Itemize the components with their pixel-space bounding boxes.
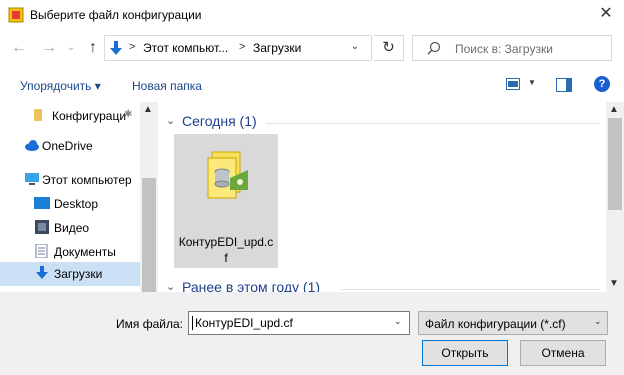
filetype-dropdown-icon[interactable]: ⌄ — [594, 316, 602, 327]
sidebar-scroll-thumb[interactable] — [142, 178, 156, 292]
documents-icon — [35, 244, 48, 258]
group-divider — [266, 123, 600, 124]
group-chevron-icon[interactable]: ⌄ — [166, 280, 175, 292]
desktop-icon — [34, 197, 50, 209]
sidebar-item-onedrive[interactable]: OneDrive — [0, 134, 140, 158]
new-folder-button[interactable]: Новая папка — [132, 79, 202, 93]
sidebar-item-label: Этот компьютер — [42, 173, 132, 187]
filetype-select[interactable]: Файл конфигурации (*.cf) — [418, 311, 608, 335]
sidebar-item-label: Конфигураци — [52, 109, 127, 123]
preview-pane-icon[interactable] — [556, 78, 572, 92]
search-icon — [427, 41, 441, 55]
help-icon[interactable]: ? — [594, 76, 610, 92]
address-dropdown-button[interactable]: ⌄ — [346, 38, 364, 56]
pin-icon[interactable]: ✱ — [124, 109, 132, 120]
search-box[interactable]: Поиск в: Загрузки — [412, 35, 612, 61]
content-scroll-thumb[interactable] — [608, 118, 622, 210]
sidebar-item-video[interactable]: Видео — [0, 216, 140, 240]
filename-input[interactable]: КонтурEDI_upd.cf — [188, 311, 410, 335]
video-icon — [35, 220, 49, 234]
sidebar-item-desktop[interactable]: Desktop — [0, 192, 140, 216]
sidebar-item-downloads[interactable]: Загрузки — [0, 262, 140, 286]
filetype-value: Файл конфигурации (*.cf) — [425, 317, 566, 331]
sidebar-item-label: OneDrive — [42, 139, 93, 153]
downloads-icon — [36, 266, 48, 279]
window-title: Выберите файл конфигурации — [30, 8, 202, 22]
recent-locations-button[interactable]: ⌄ — [62, 38, 80, 58]
group-header-today[interactable]: Сегодня (1) — [182, 113, 257, 129]
scroll-up-arrow-icon[interactable]: ▲ — [143, 104, 153, 115]
sidebar-item-label: Desktop — [54, 197, 99, 211]
computer-icon — [25, 173, 39, 185]
download-arrow-icon — [110, 41, 122, 55]
breadcrumb-separator: > — [239, 41, 246, 53]
sidebar-item-label: Видео — [54, 221, 90, 235]
cancel-button[interactable]: Отмена — [520, 340, 606, 366]
file-list: ⌄ Сегодня (1) КонтурEDI_upd.cf ⌄ Ранее в… — [158, 102, 606, 292]
breadcrumb-this-pc[interactable]: Этот компьют... — [143, 41, 228, 55]
title-bar: Выберите файл конфигурации ✕ — [0, 0, 624, 30]
sidebar-item-configurations[interactable]: Конфигураци ✱ — [0, 104, 140, 128]
back-button[interactable]: ← — [10, 38, 28, 58]
filename-dropdown-icon[interactable]: ⌄ — [394, 316, 402, 327]
file-name-label: КонтурEDI_upd.cf — [178, 235, 274, 265]
folder-icon — [34, 109, 42, 121]
sidebar-item-label: Загрузки — [54, 267, 103, 281]
sidebar-item-documents[interactable]: Документы — [0, 240, 140, 264]
filename-label: Имя файла: — [116, 317, 183, 331]
sidebar-item-this-pc[interactable]: Этот компьютер — [0, 168, 140, 192]
view-dropdown-icon[interactable]: ▼ — [528, 78, 536, 87]
config-file-icon — [207, 151, 248, 199]
search-placeholder: Поиск в: Загрузки — [455, 42, 553, 56]
open-button[interactable]: Открыть — [422, 340, 508, 366]
group-divider — [340, 289, 600, 290]
navigation-pane: Конфигураци ✱ OneDrive Этот компьютер De… — [0, 102, 158, 292]
group-chevron-icon[interactable]: ⌄ — [166, 114, 175, 127]
view-options-icon[interactable] — [506, 78, 520, 90]
scroll-down-arrow-icon[interactable]: ▼ — [609, 278, 619, 289]
sidebar-item-label: Документы — [54, 245, 116, 259]
breadcrumb-separator: > — [129, 41, 136, 53]
scroll-up-arrow-icon[interactable]: ▲ — [609, 104, 619, 115]
organize-button[interactable]: Упорядочить ▾ — [20, 79, 101, 93]
up-button[interactable]: ↑ — [84, 38, 102, 58]
close-button[interactable]: ✕ — [594, 3, 618, 27]
app-icon — [8, 7, 24, 23]
cloud-icon — [25, 140, 39, 151]
file-item[interactable]: КонтурEDI_upd.cf — [174, 134, 278, 268]
text-caret — [192, 316, 193, 330]
filename-value: КонтурEDI_upd.cf — [195, 316, 293, 330]
group-header-earlier-this-year[interactable]: Ранее в этом году (1) — [182, 279, 320, 292]
address-bar[interactable]: > Этот компьют... > Загрузки — [104, 35, 372, 61]
breadcrumb-downloads[interactable]: Загрузки — [253, 41, 301, 55]
forward-button[interactable]: → — [40, 38, 58, 58]
refresh-button[interactable]: ↻ — [374, 35, 404, 61]
